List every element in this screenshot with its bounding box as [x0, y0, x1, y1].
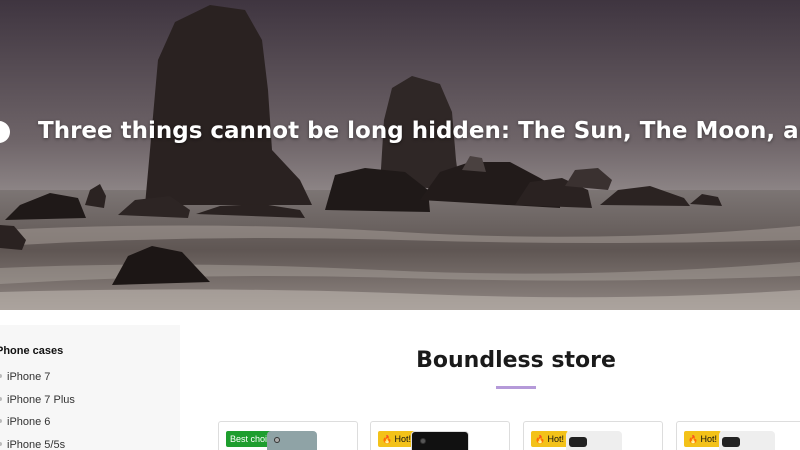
badge-label: Hot!	[394, 434, 411, 444]
sidebar-item-label: iPhone 7 Plus	[7, 393, 75, 406]
category-list: iPhone 7 iPhone 7 Plus iPhone 6 iPhone 5…	[0, 370, 75, 450]
sidebar-item-iphone-6[interactable]: iPhone 6	[0, 415, 75, 438]
sidebar-item-label: iPhone 5/5s	[7, 439, 66, 450]
category-sidebar: Phone cases iPhone 7 iPhone 7 Plus iPhon…	[0, 325, 180, 450]
camera-icon	[722, 437, 740, 447]
sidebar-item-label: iPhone 6	[7, 416, 51, 429]
fire-icon: 🔥	[688, 435, 698, 444]
bullet-icon	[0, 419, 2, 424]
product-card[interactable]: 🔥 Hot!	[676, 421, 800, 450]
product-card[interactable]: 🔥 Hot!	[523, 421, 663, 450]
phone-case-image	[411, 431, 469, 450]
store-title: Boundless store	[416, 348, 616, 373]
hot-badge: 🔥 Hot!	[531, 431, 568, 447]
hot-badge: 🔥 Hot!	[684, 431, 721, 447]
badge-label: Hot!	[700, 434, 717, 444]
product-card[interactable]: Best choice	[218, 421, 358, 450]
bullet-icon	[0, 442, 2, 447]
bullet-icon	[0, 374, 2, 378]
camera-icon	[274, 437, 280, 443]
hot-badge: 🔥 Hot!	[378, 431, 415, 447]
sidebar-title: Phone cases	[0, 345, 64, 357]
hero-banner: Three things cannot be long hidden: The …	[0, 0, 800, 310]
phone-case-image	[566, 431, 622, 450]
sidebar-item-label: iPhone 7	[7, 371, 51, 383]
sidebar-item-iphone-5-5s[interactable]: iPhone 5/5s	[0, 438, 75, 450]
sidebar-item-iphone-7[interactable]: iPhone 7	[0, 370, 75, 393]
title-divider	[496, 386, 536, 389]
hero-quote: Three things cannot be long hidden: The …	[38, 118, 800, 144]
fire-icon: 🔥	[382, 435, 392, 444]
badge-label: Hot!	[547, 434, 564, 444]
phone-case-image	[267, 431, 317, 450]
sidebar-item-iphone-7-plus[interactable]: iPhone 7 Plus	[0, 393, 75, 416]
phone-case-image	[719, 431, 775, 450]
camera-icon	[569, 437, 587, 447]
camera-icon	[420, 438, 426, 444]
fire-icon: 🔥	[535, 435, 545, 444]
product-card[interactable]: 🔥 Hot!	[370, 421, 510, 450]
bullet-icon	[0, 396, 2, 401]
hero-background-image	[0, 0, 800, 310]
